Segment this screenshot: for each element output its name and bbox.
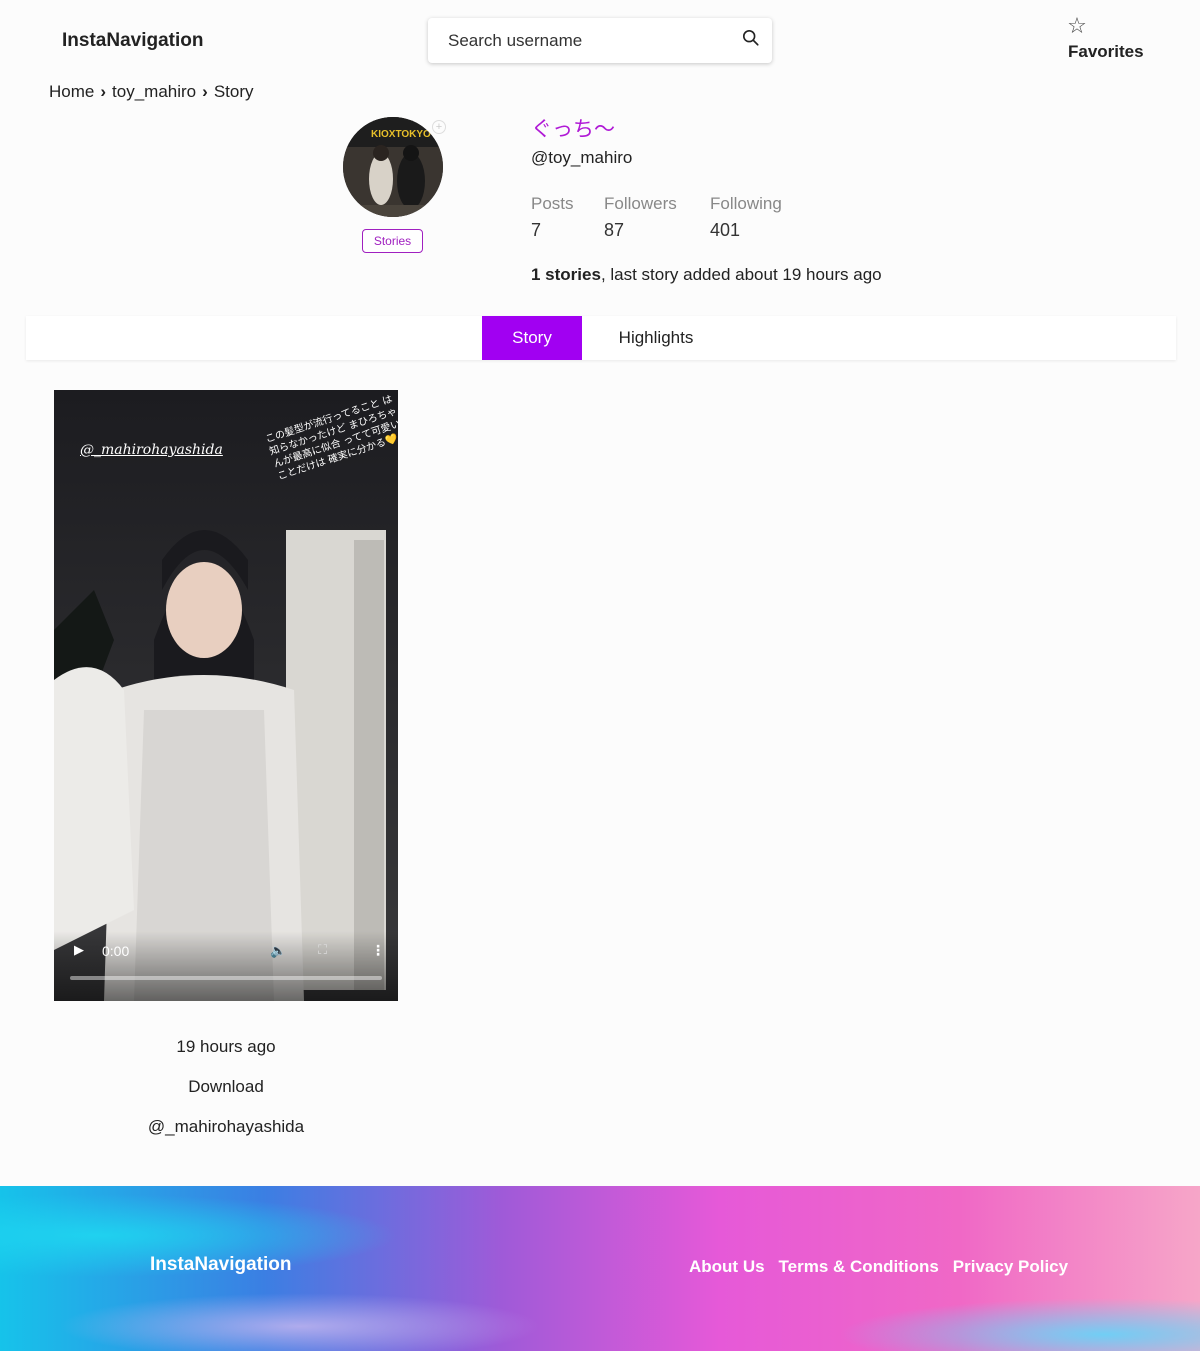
favorites-link[interactable]: ☆ Favorites	[1062, 14, 1148, 62]
stat-value: 7	[531, 220, 542, 240]
play-icon[interactable]: ▶	[74, 942, 84, 958]
search-box[interactable]	[428, 18, 772, 63]
footer-link-terms[interactable]: Terms & Conditions	[779, 1257, 939, 1277]
favorites-label: Favorites	[1068, 42, 1144, 61]
story-summary: 1 stories, last story added about 19 hou…	[531, 265, 882, 285]
story-count: 1 stories	[531, 265, 601, 284]
add-story-icon: +	[432, 120, 446, 134]
volume-icon[interactable]: 🔈	[270, 943, 286, 959]
breadcrumb-home[interactable]: Home	[49, 82, 94, 102]
stat-value: 87	[604, 220, 625, 240]
download-button[interactable]: Download	[54, 1077, 398, 1097]
search-icon[interactable]	[742, 29, 760, 52]
site-logo[interactable]: InstaNavigation	[62, 30, 203, 52]
chevron-right-icon: ›	[202, 82, 208, 101]
stat-label: Posts	[531, 194, 574, 213]
fullscreen-icon[interactable]: ⛶	[318, 942, 327, 958]
stat-label: Followers	[604, 194, 677, 213]
avatar[interactable]: KIOXTOKYO	[343, 117, 443, 217]
story-summary-rest: , last story added about 19 hours ago	[600, 265, 882, 284]
star-icon: ☆	[1067, 13, 1087, 38]
chevron-right-icon: ›	[100, 82, 107, 101]
tab-highlights[interactable]: Highlights	[606, 316, 706, 360]
content-tabs: Story Highlights	[26, 316, 1176, 360]
stories-badge[interactable]: Stories	[362, 229, 423, 253]
footer-link-about[interactable]: About Us	[689, 1257, 765, 1277]
tab-story[interactable]: Story	[482, 316, 582, 360]
video-controls	[54, 931, 398, 1001]
username-handle: @toy_mahiro	[531, 148, 633, 167]
footer-links: About Us Terms & Conditions Privacy Poli…	[689, 1257, 1068, 1277]
video-progress-bar[interactable]	[70, 976, 382, 980]
search-input[interactable]	[448, 30, 742, 51]
stat-posts: Posts 7	[531, 194, 574, 241]
breadcrumb-profile[interactable]: toy_mahiro	[112, 82, 196, 102]
footer-logo[interactable]: InstaNavigation	[150, 1254, 291, 1276]
footer-link-privacy[interactable]: Privacy Policy	[953, 1257, 1068, 1277]
breadcrumb-current: Story	[213, 82, 254, 101]
story-video-frame	[54, 390, 398, 1001]
avatar-logo-text: KIOXTOKYO	[371, 129, 431, 140]
stat-label: Following	[710, 194, 782, 213]
more-options-icon[interactable]: ⋮	[371, 942, 385, 959]
video-time: 0:00	[102, 943, 130, 959]
story-video-player[interactable]: @_mahirohayashida この髪型が流行ってること は知らなかったけど…	[54, 390, 398, 1001]
breadcrumb: Home › toy_mahiro › Story	[49, 82, 254, 102]
stat-followers: Followers 87	[604, 194, 677, 241]
story-mention-overlay: @_mahirohayashida	[80, 442, 223, 458]
story-posted-time: 19 hours ago	[176, 1037, 276, 1056]
display-name: ぐっち〜	[531, 118, 615, 141]
stat-following: Following 401	[710, 194, 782, 241]
story-mention-link[interactable]: @_mahirohayashida	[54, 1117, 398, 1137]
stat-value: 401	[710, 220, 741, 240]
